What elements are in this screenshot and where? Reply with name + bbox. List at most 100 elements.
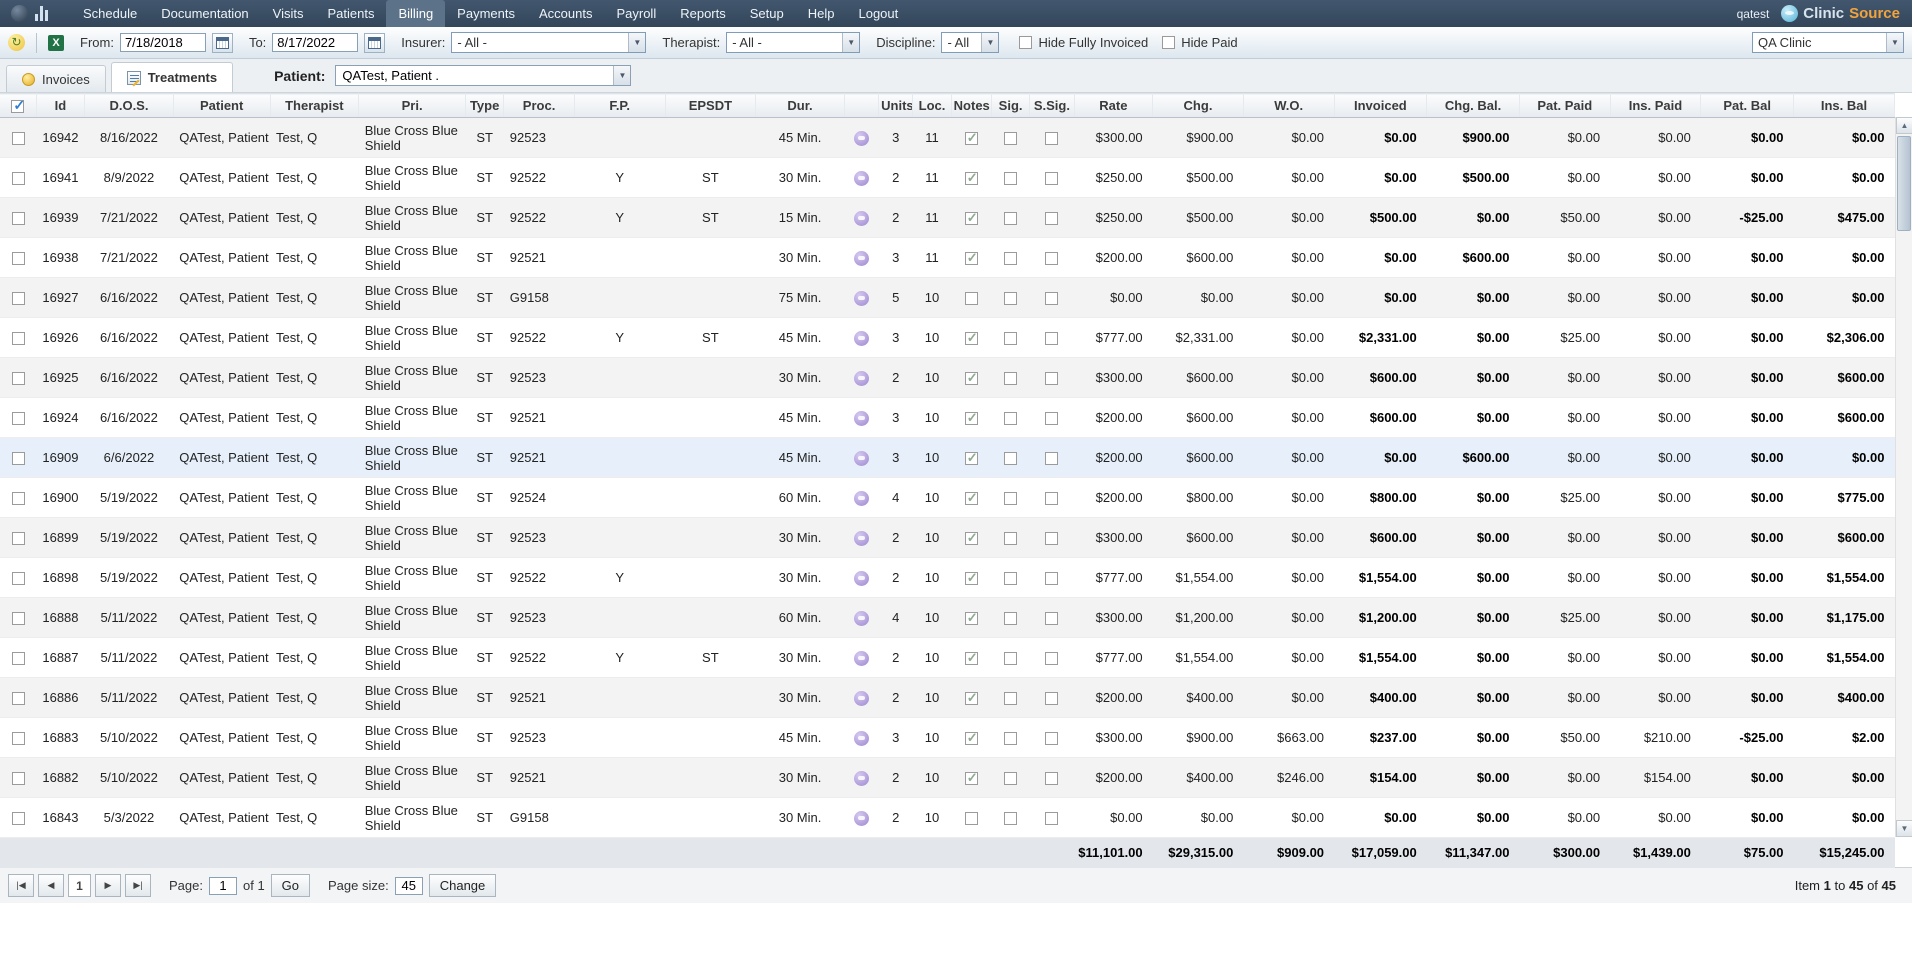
table-row[interactable]: 168985/19/2022QATest, PatientTest, QBlue… (0, 558, 1895, 598)
note-icon[interactable] (854, 411, 869, 426)
table-row[interactable]: 168835/10/2022QATest, PatientTest, QBlue… (0, 718, 1895, 758)
chevron-down-icon[interactable]: ▼ (981, 33, 998, 52)
col-header-type[interactable]: Type (466, 94, 504, 118)
chevron-down-icon[interactable]: ▼ (628, 33, 645, 52)
scroll-down-icon[interactable]: ▼ (1896, 820, 1912, 837)
col-header-pri[interactable]: Pri. (359, 94, 466, 118)
col-header-ins_bal[interactable]: Ins. Bal (1794, 94, 1895, 118)
note-icon[interactable] (854, 251, 869, 266)
row-select-checkbox[interactable] (12, 612, 25, 625)
current-page-button[interactable]: 1 (68, 874, 91, 897)
row-select-checkbox[interactable] (12, 452, 25, 465)
select-all-checkbox[interactable] (11, 100, 24, 113)
chevron-down-icon[interactable]: ▼ (1886, 33, 1903, 52)
table-row[interactable]: 169418/9/2022QATest, PatientTest, QBlue … (0, 158, 1895, 198)
page-number-input[interactable] (209, 877, 237, 895)
col-header-dur[interactable]: Dur. (756, 94, 845, 118)
row-select-checkbox[interactable] (12, 132, 25, 145)
menu-item-help[interactable]: Help (796, 0, 847, 27)
col-header-proc[interactable]: Proc. (504, 94, 575, 118)
table-row[interactable]: 169276/16/2022QATest, PatientTest, QBlue… (0, 278, 1895, 318)
col-header-loc[interactable]: Loc. (913, 94, 951, 118)
hide-fully-invoiced-checkbox[interactable] (1019, 36, 1032, 49)
menu-item-documentation[interactable]: Documentation (149, 0, 260, 27)
logged-in-username[interactable]: qatest (1737, 7, 1770, 21)
table-row[interactable]: 169096/6/2022QATest, PatientTest, QBlue … (0, 438, 1895, 478)
note-icon[interactable] (854, 451, 869, 466)
menu-item-patients[interactable]: Patients (316, 0, 387, 27)
table-row[interactable]: 168995/19/2022QATest, PatientTest, QBlue… (0, 518, 1895, 558)
refresh-icon[interactable]: ↻ (8, 34, 25, 51)
note-icon[interactable] (854, 731, 869, 746)
row-select-checkbox[interactable] (12, 732, 25, 745)
col-header-invoiced[interactable]: Invoiced (1334, 94, 1427, 118)
table-row[interactable]: 169397/21/2022QATest, PatientTest, QBlue… (0, 198, 1895, 238)
menu-item-accounts[interactable]: Accounts (527, 0, 604, 27)
col-header-ins_paid[interactable]: Ins. Paid (1610, 94, 1701, 118)
row-select-checkbox[interactable] (12, 332, 25, 345)
col-header-dos[interactable]: D.O.S. (85, 94, 174, 118)
table-row[interactable]: 168435/3/2022QATest, PatientTest, QBlue … (0, 798, 1895, 838)
note-icon[interactable] (854, 491, 869, 506)
table-row[interactable]: 169387/21/2022QATest, PatientTest, QBlue… (0, 238, 1895, 278)
row-select-checkbox[interactable] (12, 572, 25, 585)
menu-item-payroll[interactable]: Payroll (604, 0, 668, 27)
row-select-checkbox[interactable] (12, 652, 25, 665)
note-icon[interactable] (854, 371, 869, 386)
col-header-id[interactable]: Id (36, 94, 84, 118)
row-select-checkbox[interactable] (12, 772, 25, 785)
row-select-checkbox[interactable] (12, 292, 25, 305)
to-date-input[interactable] (272, 33, 358, 52)
col-header-epsdt[interactable]: EPSDT (665, 94, 756, 118)
col-header-pat_paid[interactable]: Pat. Paid (1519, 94, 1610, 118)
note-icon[interactable] (854, 331, 869, 346)
stats-chart-icon[interactable] (35, 6, 53, 21)
table-row[interactable]: 169266/16/2022QATest, PatientTest, QBlue… (0, 318, 1895, 358)
col-header-patient[interactable]: Patient (173, 94, 270, 118)
row-select-checkbox[interactable] (12, 252, 25, 265)
note-icon[interactable] (854, 651, 869, 666)
note-icon[interactable] (854, 691, 869, 706)
tab-invoices[interactable]: Invoices (6, 65, 106, 92)
table-row[interactable]: 168885/11/2022QATest, PatientTest, QBlue… (0, 598, 1895, 638)
note-icon[interactable] (854, 771, 869, 786)
col-header-fp[interactable]: F.P. (574, 94, 665, 118)
hide-paid-checkbox[interactable] (1162, 36, 1175, 49)
menu-item-billing[interactable]: Billing (386, 0, 445, 27)
page-size-input[interactable] (395, 877, 423, 895)
table-row[interactable]: 169256/16/2022QATest, PatientTest, QBlue… (0, 358, 1895, 398)
note-icon[interactable] (854, 571, 869, 586)
excel-export-icon[interactable]: X (48, 35, 64, 51)
col-header-chg_bal[interactable]: Chg. Bal. (1427, 94, 1520, 118)
row-select-checkbox[interactable] (12, 412, 25, 425)
note-icon[interactable] (854, 611, 869, 626)
last-page-button[interactable]: ▶| (125, 874, 151, 897)
col-header-sig[interactable]: Sig. (991, 94, 1029, 118)
row-select-checkbox[interactable] (12, 812, 25, 825)
col-header-units[interactable]: Units (879, 94, 913, 118)
scrollbar-thumb[interactable] (1897, 136, 1911, 231)
col-header-nicon[interactable] (844, 94, 878, 118)
row-select-checkbox[interactable] (12, 692, 25, 705)
table-row[interactable]: 169005/19/2022QATest, PatientTest, QBlue… (0, 478, 1895, 518)
table-row[interactable]: 168865/11/2022QATest, PatientTest, QBlue… (0, 678, 1895, 718)
menu-item-schedule[interactable]: Schedule (71, 0, 149, 27)
discipline-dropdown[interactable]: - All ▼ (941, 32, 999, 53)
col-header-notes[interactable]: Notes (951, 94, 991, 118)
col-header-pat_bal[interactable]: Pat. Bal (1701, 94, 1794, 118)
therapist-dropdown[interactable]: - All - ▼ (726, 32, 860, 53)
col-header-rate[interactable]: Rate (1074, 94, 1153, 118)
table-row[interactable]: 169246/16/2022QATest, PatientTest, QBlue… (0, 398, 1895, 438)
col-header-chg[interactable]: Chg. (1153, 94, 1244, 118)
first-page-button[interactable]: |◀ (8, 874, 34, 897)
row-select-checkbox[interactable] (12, 212, 25, 225)
table-row[interactable]: 168875/11/2022QATest, PatientTest, QBlue… (0, 638, 1895, 678)
patient-input[interactable] (336, 66, 613, 85)
note-icon[interactable] (854, 211, 869, 226)
vertical-scrollbar[interactable]: ▲ ▼ (1895, 117, 1912, 837)
app-logo-icon[interactable] (11, 5, 28, 22)
col-header-ssig[interactable]: S.Sig. (1030, 94, 1074, 118)
note-icon[interactable] (854, 171, 869, 186)
row-select-checkbox[interactable] (12, 372, 25, 385)
menu-item-visits[interactable]: Visits (261, 0, 316, 27)
